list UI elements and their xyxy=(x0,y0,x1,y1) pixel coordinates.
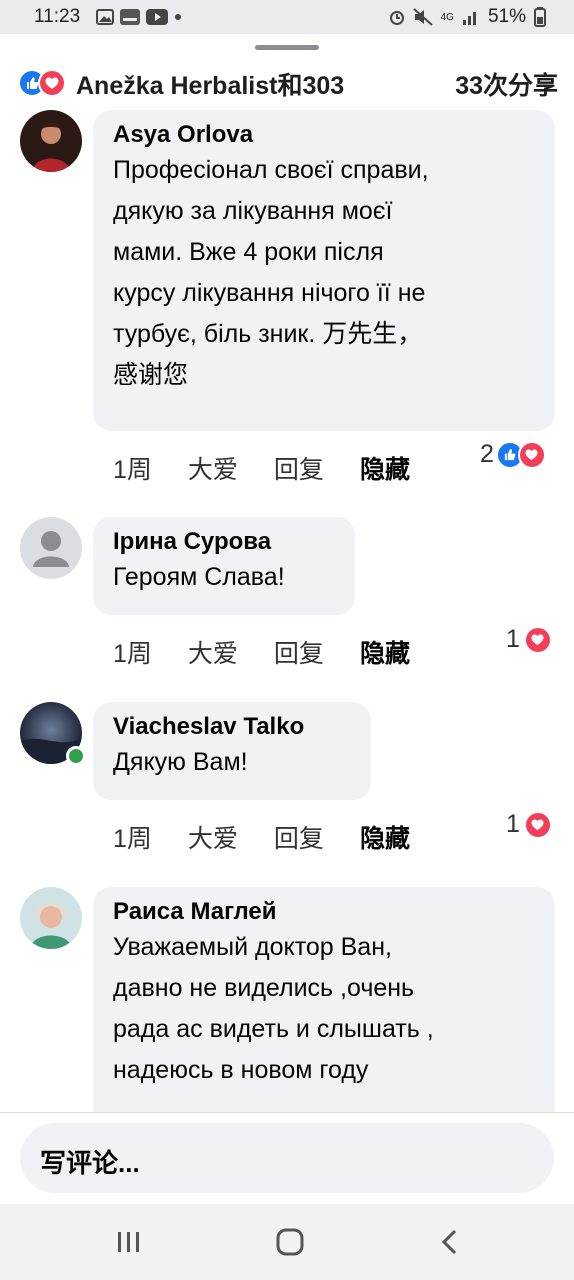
drag-handle[interactable] xyxy=(255,45,319,50)
avatar[interactable] xyxy=(20,110,82,172)
comment-bubble[interactable]: Viacheslav Talko Дякую Вам! xyxy=(93,702,371,800)
status-time: 11:23 xyxy=(34,6,81,27)
reply-button[interactable]: 回复 xyxy=(274,634,324,670)
reaction-count[interactable]: 2 xyxy=(480,440,546,469)
battery-level: 51% xyxy=(487,6,526,27)
comment-actions: 1周 大爱 回复 隐藏 xyxy=(113,450,446,486)
love-icon xyxy=(38,69,66,97)
reaction-count-number: 1 xyxy=(506,810,520,838)
avatar[interactable] xyxy=(20,517,82,579)
comment-line: рада ас видеть и слышать , xyxy=(113,1015,434,1043)
avatar[interactable] xyxy=(20,887,82,949)
comment-author[interactable]: Viacheslav Talko xyxy=(113,712,351,742)
share-count[interactable]: 33次分享 xyxy=(455,66,558,102)
comment-line: курсу лікування нічого її не xyxy=(113,279,426,307)
love-button[interactable]: 大爱 xyxy=(188,450,238,486)
reaction-count[interactable]: 1 xyxy=(506,810,552,839)
mute-icon xyxy=(412,8,433,26)
comment-input[interactable]: 写评论... xyxy=(20,1123,554,1193)
recent-apps-icon[interactable] xyxy=(116,1230,142,1254)
comment-actions: 1周 大爱 回复 隐藏 xyxy=(113,634,446,670)
reaction-icons[interactable] xyxy=(18,69,68,97)
comment-bubble[interactable]: Раиса Маглей Уважаемый доктор Ван, давно… xyxy=(93,887,555,1127)
comment-input-placeholder: 写评论... xyxy=(40,1148,140,1178)
comment-author[interactable]: Раиса Маглей xyxy=(113,897,535,927)
comment-line: надеюсь в новом году xyxy=(113,1056,369,1084)
comment-bubble[interactable]: Ірина Сурова Героям Слава! xyxy=(93,517,355,615)
home-icon[interactable] xyxy=(276,1228,304,1256)
comment-actions: 1周 大爱 回复 隐藏 xyxy=(113,819,446,855)
comment-time[interactable]: 1周 xyxy=(113,819,152,855)
comment-text: Героям Слава! xyxy=(113,557,335,598)
signal-icon xyxy=(462,12,476,25)
youtube-icon xyxy=(146,9,168,25)
back-icon[interactable] xyxy=(440,1229,460,1255)
comment-text: Дякую Вам! xyxy=(113,742,351,783)
comment-line: давно не виделись ,очень xyxy=(113,974,415,1002)
reaction-count-number: 2 xyxy=(480,440,494,468)
comment-line: турбує, біль зник. 万先生， xyxy=(113,320,423,348)
comment-author[interactable]: Ірина Сурова xyxy=(113,527,335,557)
love-icon xyxy=(523,810,552,839)
comment-text: Уважаемый доктор Ван, давно не виделись … xyxy=(113,927,535,1091)
reactors-summary[interactable]: Anežka Herbalist和303 xyxy=(76,66,344,102)
love-button[interactable]: 大爱 xyxy=(188,819,238,855)
reactions-header: Anežka Herbalist和303 33次分享 xyxy=(18,64,558,100)
comment-text: Професіонал своєї справи, дякую за лікув… xyxy=(113,150,535,396)
network-type: 4G xyxy=(440,11,454,23)
status-right: 4G 51% xyxy=(389,6,546,28)
reply-button[interactable]: 回复 xyxy=(274,450,324,486)
comment-line: Героям Слава! xyxy=(113,563,285,591)
system-nav-bar xyxy=(0,1204,574,1280)
love-icon xyxy=(517,440,546,469)
composer-bar: 写评论... xyxy=(0,1112,574,1205)
notification-icons xyxy=(96,9,182,25)
comment-line: мами. Вже 4 роки після xyxy=(113,238,384,266)
comment-line: дякую за лікування моєї xyxy=(113,197,393,225)
reaction-count[interactable]: 1 xyxy=(506,625,552,654)
reaction-count-number: 1 xyxy=(506,625,520,653)
hide-button[interactable]: 隐藏 xyxy=(360,634,410,670)
comment-time[interactable]: 1周 xyxy=(113,450,152,486)
love-button[interactable]: 大爱 xyxy=(188,634,238,670)
hide-button[interactable]: 隐藏 xyxy=(360,450,410,486)
online-indicator xyxy=(66,746,86,766)
comment-bubble[interactable]: Asya Orlova Професіонал своєї справи, дя… xyxy=(93,110,555,431)
dot-icon xyxy=(175,14,181,20)
gallery-icon xyxy=(96,9,114,25)
battery-icon xyxy=(534,7,546,27)
temu-icon xyxy=(120,9,140,25)
comment-line: Дякую Вам! xyxy=(113,748,248,776)
hide-button[interactable]: 隐藏 xyxy=(360,819,410,855)
status-bar: 11:23 4G 51% xyxy=(0,0,574,34)
comment-line: Уважаемый доктор Ван, xyxy=(113,933,392,961)
comment-time[interactable]: 1周 xyxy=(113,634,152,670)
alarm-icon xyxy=(389,11,404,25)
comment-author[interactable]: Asya Orlova xyxy=(113,120,535,150)
reply-button[interactable]: 回复 xyxy=(274,819,324,855)
comment-line: Професіонал своєї справи, xyxy=(113,156,429,184)
comment-line: 感谢您 xyxy=(113,361,189,389)
love-icon xyxy=(523,625,552,654)
